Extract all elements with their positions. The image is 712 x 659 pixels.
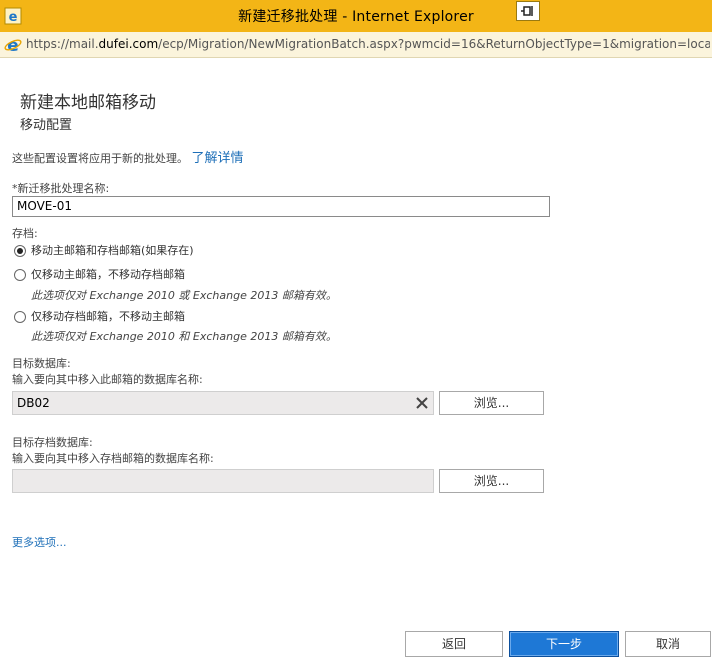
target-db-value: DB02 xyxy=(17,396,50,410)
target-db-hint: 输入要向其中移入此邮箱的数据库名称: xyxy=(12,373,203,386)
radio-label: 移动主邮箱和存档邮箱(如果存在) xyxy=(31,244,194,257)
target-db-input[interactable]: DB02 xyxy=(12,391,434,415)
clear-icon[interactable] xyxy=(415,396,429,410)
cancel-button[interactable]: 取消 xyxy=(625,631,711,657)
intro-label: 这些配置设置将应用于新的批处理。 xyxy=(12,152,188,165)
radio-note: 此选项仅对 Exchange 2010 或 Exchange 2013 邮箱有效… xyxy=(31,289,337,302)
archive-option-primary-only[interactable]: 仅移动主邮箱，不移动存档邮箱 xyxy=(14,268,185,282)
pin-icon xyxy=(521,6,533,16)
page-content: 新建本地邮箱移动 移动配置 这些配置设置将应用于新的批处理。 了解详情 *新迁移… xyxy=(0,58,712,659)
url-text: https://mail.dufei.com/ecp/Migration/New… xyxy=(26,37,710,51)
target-archive-db-label: 目标存档数据库: xyxy=(12,436,93,449)
page-subtitle: 移动配置 xyxy=(20,118,73,133)
pin-button[interactable] xyxy=(516,1,540,21)
svg-text:e: e xyxy=(7,36,19,54)
archive-option-both[interactable]: 移动主邮箱和存档邮箱(如果存在) xyxy=(14,244,194,258)
window-titlebar: e 新建迁移批处理 - Internet Explorer xyxy=(0,0,712,32)
browse-db-button[interactable]: 浏览... xyxy=(439,391,544,415)
target-archive-db-input[interactable] xyxy=(12,469,434,493)
radio-label: 仅移动主邮箱，不移动存档邮箱 xyxy=(31,268,185,281)
page-title: 新建本地邮箱移动 xyxy=(20,93,156,113)
browse-archive-db-button[interactable]: 浏览... xyxy=(439,469,544,493)
learn-more-link[interactable]: 了解详情 xyxy=(192,151,244,166)
archive-label: 存档: xyxy=(12,227,38,240)
ie-icon: e xyxy=(4,36,22,54)
address-bar[interactable]: e https://mail.dufei.com/ecp/Migration/N… xyxy=(0,32,712,58)
batch-name-label: *新迁移批处理名称: xyxy=(12,182,110,195)
more-options-link[interactable]: 更多选项... xyxy=(12,534,67,550)
target-archive-db-hint: 输入要向其中移入存档邮箱的数据库名称: xyxy=(12,452,214,465)
radio-button[interactable] xyxy=(14,245,26,257)
radio-button[interactable] xyxy=(14,269,26,281)
intro-text: 这些配置设置将应用于新的批处理。 了解详情 xyxy=(12,147,244,166)
next-button[interactable]: 下一步 xyxy=(509,631,619,657)
back-button[interactable]: 返回 xyxy=(405,631,503,657)
target-db-label: 目标数据库: xyxy=(12,357,71,370)
url-path: /ecp/Migration/NewMigrationBatch.aspx?pw… xyxy=(158,37,710,51)
radio-label: 仅移动存档邮箱，不移动主邮箱 xyxy=(31,310,185,323)
archive-option-archive-only[interactable]: 仅移动存档邮箱，不移动主邮箱 xyxy=(14,310,185,324)
batch-name-input[interactable]: MOVE-01 xyxy=(12,196,550,217)
window-title: 新建迁移批处理 - Internet Explorer xyxy=(238,9,474,25)
url-prefix: https://mail. xyxy=(26,37,99,51)
radio-button[interactable] xyxy=(14,311,26,323)
radio-note: 此选项仅对 Exchange 2010 和 Exchange 2013 邮箱有效… xyxy=(31,330,337,343)
url-domain: dufei.com xyxy=(98,37,159,51)
